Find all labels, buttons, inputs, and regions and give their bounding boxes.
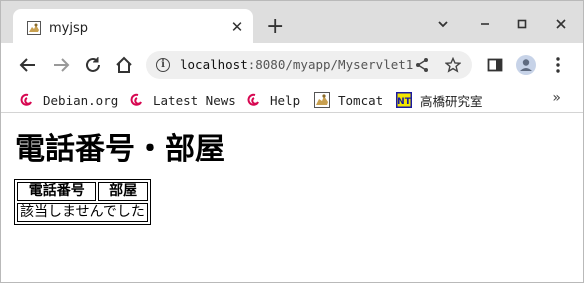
bookmark-debian-org[interactable]: Debian.org [19, 91, 118, 109]
minimize-icon[interactable] [476, 15, 494, 33]
maximize-icon[interactable] [513, 15, 531, 33]
tomcat-favicon-icon [27, 21, 41, 35]
home-icon[interactable] [113, 54, 135, 76]
tab-title: myjsp [49, 21, 88, 36]
menu-kebab-icon[interactable] [547, 54, 569, 76]
url-host: localhost [180, 57, 248, 72]
address-bar[interactable]: i localhost:8080/myapp/Myservlet1 [146, 51, 472, 79]
page-content: 電話番号・部屋 電話番号 部屋 該当しませんでした [1, 114, 583, 282]
site-info-icon[interactable]: i [156, 58, 170, 72]
no-results-message: 該当しませんでした [17, 203, 148, 222]
tomcat-icon [314, 92, 330, 108]
tab-strip: myjsp ✕ + [1, 1, 583, 45]
url-path: :8080/myapp/Myservlet1 [247, 57, 414, 72]
bookmarks-bar: Debian.org Latest News Help Tomcat NT 高橋… [1, 85, 583, 113]
forward-arrow-icon[interactable] [50, 54, 72, 76]
table-row: 該当しませんでした [17, 203, 148, 222]
debian-icon [130, 93, 142, 106]
browser-window: myjsp ✕ + i localhost:8080/myapp/Myservl… [0, 0, 584, 283]
profile-avatar-icon[interactable] [515, 54, 537, 76]
bookmarks-overflow-icon[interactable]: » [552, 90, 561, 106]
bookmark-takahashi-lab[interactable]: NT 高橋研究室 [396, 91, 483, 109]
share-icon[interactable] [414, 57, 430, 73]
close-window-icon[interactable] [552, 15, 570, 33]
debian-icon [247, 93, 259, 106]
table-header-row: 電話番号 部屋 [17, 182, 148, 201]
column-header-room: 部屋 [98, 182, 148, 201]
column-header-phone: 電話番号 [17, 182, 97, 201]
back-arrow-icon[interactable] [17, 54, 39, 76]
svg-text:NT: NT [397, 97, 412, 107]
url-text[interactable]: localhost:8080/myapp/Myservlet1 [180, 57, 413, 72]
reload-icon[interactable] [82, 54, 104, 76]
tab-search-chevron-icon[interactable] [434, 15, 452, 33]
tab-myjsp[interactable]: myjsp ✕ [13, 9, 253, 45]
bookmark-latest-news[interactable]: Latest News [129, 91, 236, 109]
bookmark-help[interactable]: Help [246, 91, 300, 109]
nt-icon: NT [396, 92, 412, 108]
bookmark-label: Tomcat [338, 92, 384, 108]
bookmark-star-icon[interactable] [444, 56, 462, 73]
bookmark-label: Latest News [153, 92, 236, 108]
bookmark-tomcat[interactable]: Tomcat [314, 91, 383, 109]
bookmark-label: 高橋研究室 [420, 93, 483, 109]
page-heading: 電話番号・部屋 [15, 133, 225, 166]
toolbar: i localhost:8080/myapp/Myservlet1 [1, 45, 583, 85]
tab-close-icon[interactable]: ✕ [229, 19, 245, 35]
side-panel-icon[interactable] [484, 54, 506, 76]
debian-icon [20, 93, 32, 106]
results-table: 電話番号 部屋 該当しませんでした [14, 179, 151, 225]
bookmark-label: Debian.org [43, 92, 119, 108]
new-tab-button[interactable]: + [266, 16, 284, 38]
bookmark-label: Help [270, 92, 301, 108]
